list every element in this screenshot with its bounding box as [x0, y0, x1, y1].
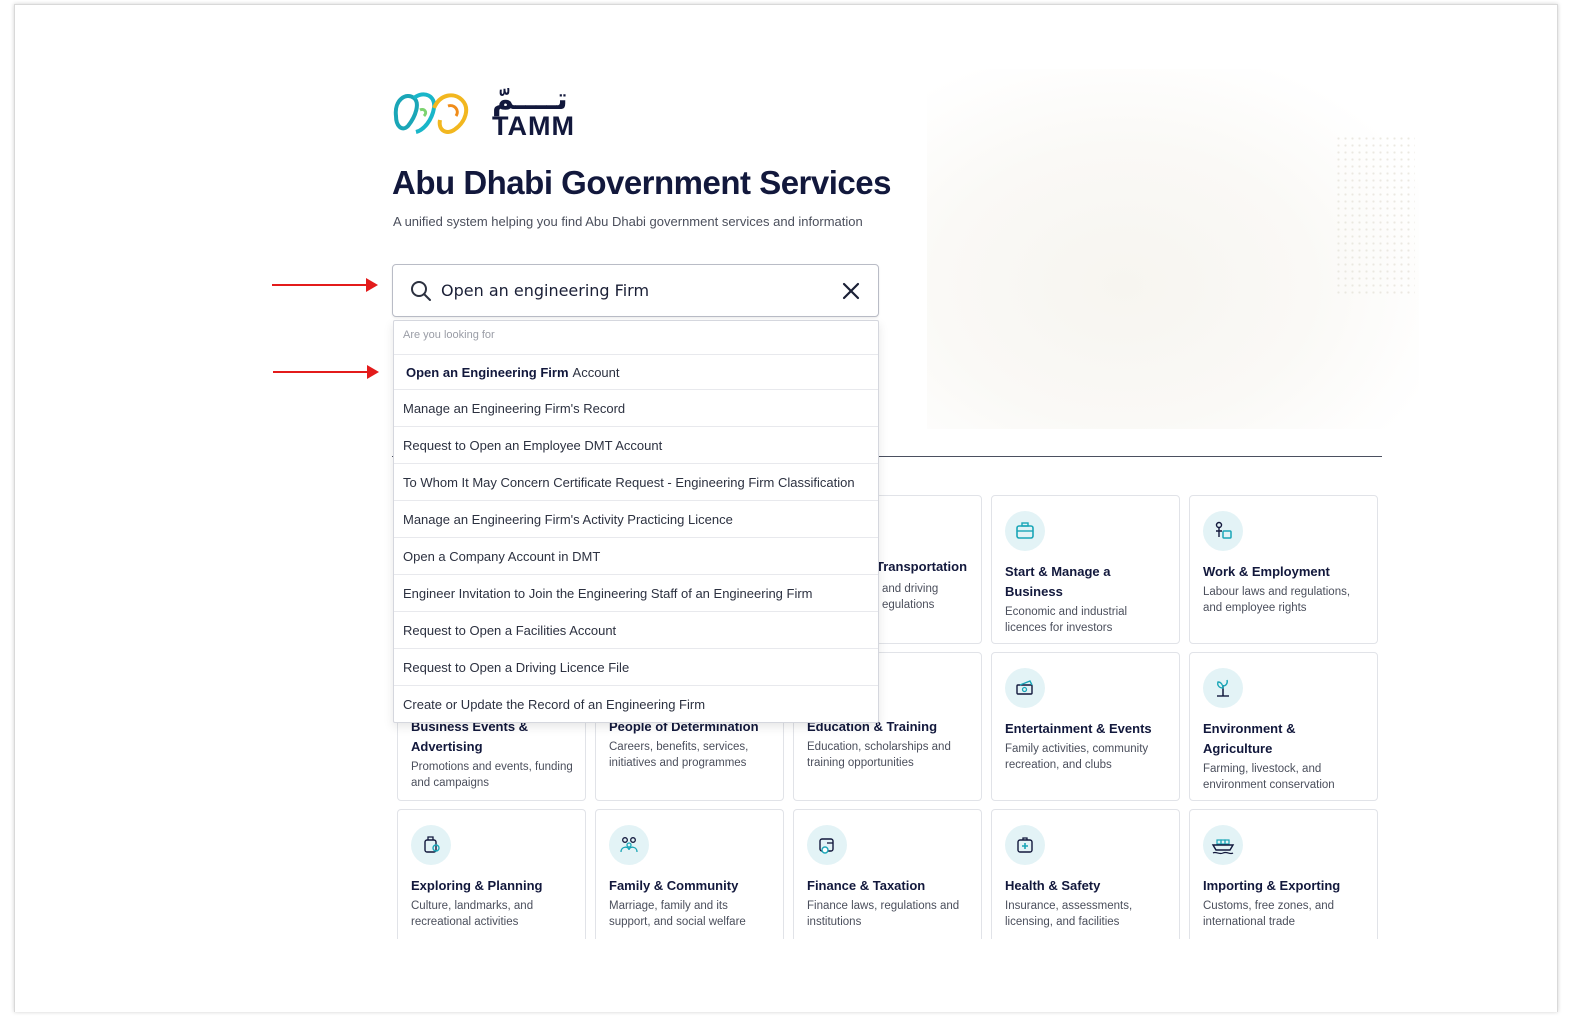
category-desc: Finance laws, regulations and institutio… — [807, 900, 960, 928]
category-desc: Education, scholarships and training opp… — [807, 741, 951, 769]
category-title: Family & Community — [609, 878, 739, 893]
suggestion-item[interactable]: Open a Company Account in DMT — [394, 537, 878, 574]
search-suggestions-dropdown: Are you looking for Open an Engineering … — [393, 320, 879, 723]
category-desc: Promotions and events, funding and campa… — [411, 761, 573, 789]
category-card-health[interactable]: Health & Safety Insurance, assessments, … — [991, 809, 1180, 939]
category-desc: Labour laws and regulations, and employe… — [1203, 586, 1351, 614]
logo-english-text: TAMM — [492, 110, 575, 141]
category-title: Start & Manage a Business — [1005, 564, 1111, 599]
category-title: Transportation — [876, 559, 968, 574]
luggage-icon — [411, 825, 451, 865]
category-desc: Insurance, assessments, licensing, and f… — [1005, 900, 1133, 928]
first-aid-icon — [1005, 825, 1045, 865]
category-title: Health & Safety — [1005, 878, 1101, 893]
family-icon — [609, 825, 649, 865]
plant-icon — [1203, 668, 1243, 708]
annotation-arrow-suggestion — [273, 365, 379, 379]
category-title: Finance & Taxation — [807, 878, 926, 893]
category-card-finance[interactable]: Finance & Taxation Finance laws, regulat… — [793, 809, 982, 939]
category-card-importing[interactable]: Importing & Exporting Customs, free zone… — [1189, 809, 1378, 939]
category-desc: Family activities, community recreation,… — [1005, 743, 1149, 771]
annotation-arrow-search — [272, 278, 378, 292]
suggestion-item[interactable]: Request to Open a Facilities Account — [394, 611, 878, 648]
logo-arabic-text: تــــمّ — [492, 81, 568, 117]
suggestion-item[interactable]: To Whom It May Concern Certificate Reque… — [394, 463, 878, 500]
tamm-logo[interactable]: تــــمّ TAMM — [390, 81, 575, 141]
suggestion-item[interactable]: Manage an Engineering Firm's Activity Pr… — [394, 500, 878, 537]
search-bar[interactable] — [392, 264, 879, 317]
category-title: Environment & Agriculture — [1203, 721, 1296, 756]
suggestion-item[interactable]: Engineer Invitation to Join the Engineer… — [394, 574, 878, 611]
category-title: Exploring & Planning — [411, 878, 543, 893]
category-desc: Economic and industrial licences for inv… — [1005, 606, 1128, 634]
category-desc: Careers, benefits, services, initiatives… — [609, 741, 749, 769]
close-icon[interactable] — [840, 280, 862, 302]
worker-icon — [1203, 511, 1243, 551]
category-title: Business Events & Advertising — [411, 719, 529, 754]
tamm-emblem-icon — [393, 92, 469, 134]
search-input[interactable] — [441, 281, 840, 300]
category-card-entertainment[interactable]: Entertainment & Events Family activities… — [991, 652, 1180, 801]
hero-dot-pattern — [1335, 135, 1415, 295]
wallet-icon — [807, 825, 847, 865]
ship-icon — [1203, 825, 1243, 865]
suggestion-item[interactable]: Request to Open a Driving Licence File — [394, 648, 878, 685]
category-title: Entertainment & Events — [1005, 721, 1152, 736]
suggestion-match-text: Open an Engineering Firm — [406, 364, 569, 380]
category-card-work[interactable]: Work & Employment Labour laws and regula… — [1189, 495, 1378, 644]
suggestion-item[interactable]: Create or Update the Record of an Engine… — [394, 685, 878, 722]
category-card-business[interactable]: Start & Manage a Business Economic and i… — [991, 495, 1180, 644]
tickets-icon — [1005, 668, 1045, 708]
suggestion-rest-text: Account — [572, 364, 620, 380]
briefcase-icon — [1005, 511, 1045, 551]
page-title: Abu Dhabi Government Services — [392, 164, 891, 201]
category-title: Importing & Exporting — [1203, 878, 1341, 893]
suggestions-header: Are you looking for — [403, 329, 495, 341]
category-desc: and driving egulations — [882, 583, 939, 611]
page-subtitle: A unified system helping you find Abu Dh… — [393, 214, 863, 229]
search-icon — [411, 280, 431, 301]
category-card-family[interactable]: Family & Community Marriage, family and … — [595, 809, 784, 939]
suggestion-item[interactable]: Manage an Engineering Firm's Record — [394, 389, 878, 426]
category-desc: Farming, livestock, and environment cons… — [1203, 763, 1335, 791]
category-title: Work & Employment — [1203, 564, 1330, 579]
suggestion-item[interactable]: Request to Open an Employee DMT Account — [394, 426, 878, 463]
category-desc: Culture, landmarks, and recreational act… — [411, 900, 534, 928]
category-card-environment[interactable]: Environment & Agriculture Farming, lives… — [1189, 652, 1378, 801]
suggestion-item[interactable]: Open an Engineering Firm Account — [394, 354, 878, 389]
category-card-exploring[interactable]: Exploring & Planning Culture, landmarks,… — [397, 809, 586, 939]
category-desc: Marriage, family and its support, and so… — [609, 900, 746, 928]
category-desc: Customs, free zones, and international t… — [1203, 900, 1335, 928]
